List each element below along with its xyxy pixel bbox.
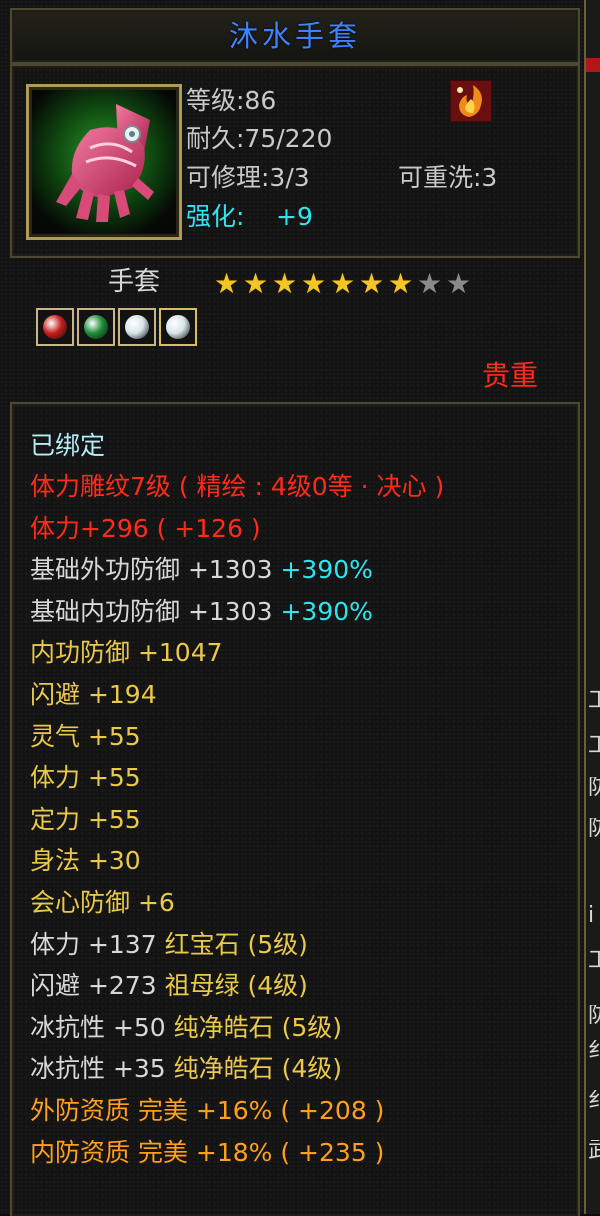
side-text-fragment: 工 xyxy=(588,735,600,757)
gem-icon xyxy=(84,315,108,339)
attribute-row: 基础外功防御 +1303 +390% xyxy=(30,552,373,588)
attribute-row: 体力 +55 xyxy=(30,760,141,796)
attribute-text: 体力 +137 xyxy=(30,929,165,959)
attribute-row: 闪避 +273 祖母绿 (4级) xyxy=(30,968,308,1004)
attribute-row: 体力+296 ( +126 ) xyxy=(30,511,261,547)
attribute-text: 冰抗性 +35 xyxy=(30,1054,174,1084)
repair-text: 可修理:3/3 xyxy=(186,163,310,192)
white-gem-slot-2[interactable] xyxy=(159,308,197,346)
star-filled-icon: ★ xyxy=(358,267,385,300)
attribute-row: 身法 +30 xyxy=(30,843,141,879)
star-filled-icon: ★ xyxy=(242,267,269,300)
bound-status: 已绑定 xyxy=(30,431,106,460)
attribute-row: 冰抗性 +35 纯净皓石 (4级) xyxy=(30,1051,342,1087)
side-text-fragment: 防 xyxy=(588,777,600,799)
durability-text: 耐久:75/220 xyxy=(186,124,333,153)
gem-icon xyxy=(125,315,149,339)
side-red-bar xyxy=(586,58,600,72)
attribute-text: 纯净皓石 (5级) xyxy=(173,1012,343,1042)
star-empty-icon: ★ xyxy=(445,267,472,300)
attribute-text: 体力+296 ( +126 ) xyxy=(30,513,261,543)
star-rating: ★ ★ ★ ★ ★ ★ ★ ★ ★ xyxy=(212,270,473,298)
attribute-row: 基础内功防御 +1303 +390% xyxy=(30,594,373,630)
attribute-text: 闪避 +194 xyxy=(30,680,157,709)
item-type: 手套 xyxy=(108,267,161,297)
attribute-row: 内防资质 完美 +18% ( +235 ) xyxy=(30,1135,384,1171)
white-gem-slot-1[interactable] xyxy=(118,308,156,346)
side-text-fragment: 武 xyxy=(588,1140,600,1162)
side-text-fragment: i xyxy=(588,905,595,927)
side-text-fragment: 防 xyxy=(588,1005,600,1027)
attribute-text: 基础外功防御 +1303 xyxy=(30,555,281,585)
side-text-fragment: 工 xyxy=(588,690,600,712)
gem-icon xyxy=(43,315,67,339)
star-filled-icon: ★ xyxy=(300,267,327,300)
side-text-fragment: 纟 xyxy=(588,1090,600,1112)
attribute-text: 红宝石 (5级) xyxy=(164,929,308,959)
adjacent-window-edge: 工工防防i工防纟纟武 xyxy=(584,0,600,1214)
item-info-box: 等级:86 耐久:75/220 可修理:3/3 可重洗:3 强化: +9 xyxy=(10,64,580,258)
title-bar: 沐水手套 xyxy=(10,8,580,64)
attribute-text: 体力 +55 xyxy=(30,763,141,793)
attribute-text: 闪避 +273 xyxy=(30,971,165,1001)
star-filled-icon: ★ xyxy=(213,267,240,300)
attribute-text: 体力雕纹7级 ( 精绘 : 4级0等 · 决心 ) xyxy=(30,472,445,501)
glove-icon xyxy=(32,90,176,234)
attribute-text: 冰抗性 +50 xyxy=(30,1012,174,1042)
level-text: 等级:86 xyxy=(186,86,277,115)
star-filled-icon: ★ xyxy=(329,267,356,300)
attribute-row: 体力雕纹7级 ( 精绘 : 4级0等 · 决心 ) xyxy=(30,469,444,505)
side-text-fragment: 纟 xyxy=(588,1040,600,1062)
attribute-row: 灵气 +55 xyxy=(30,719,141,755)
star-filled-icon: ★ xyxy=(387,267,414,300)
attribute-text: +390% xyxy=(280,555,373,585)
attribute-row: 外防资质 完美 +16% ( +208 ) xyxy=(30,1093,384,1129)
attribute-text: 定力 +55 xyxy=(30,804,141,834)
attribute-text: 纯净皓石 (4级) xyxy=(173,1054,343,1084)
ruby-gem-slot[interactable] xyxy=(36,308,74,346)
gem-icon xyxy=(166,315,190,339)
attribute-text: 内防资质 完美 +18% ( +235 ) xyxy=(30,1137,385,1167)
rewash-text: 可重洗:3 xyxy=(398,163,498,192)
side-text-fragment: 工 xyxy=(588,950,600,972)
attributes-box: 已绑定 体力雕纹7级 ( 精绘 : 4级0等 · 决心 ) 体力+296 ( +1… xyxy=(10,402,580,1216)
gem-sockets xyxy=(36,308,200,346)
flame-emblem-icon xyxy=(450,80,492,122)
rarity-label: 贵重 xyxy=(482,359,539,392)
attribute-text: 会心防御 +6 xyxy=(30,888,175,917)
side-text-fragment: 防 xyxy=(588,818,600,840)
attribute-row: 内功防御 +1047 xyxy=(30,635,223,671)
attribute-text: +390% xyxy=(280,596,373,626)
star-filled-icon: ★ xyxy=(271,267,298,300)
attribute-text: 灵气 +55 xyxy=(30,721,141,751)
attribute-row: 闪避 +194 xyxy=(30,677,157,713)
item-name: 沐水手套 xyxy=(228,19,361,53)
item-tooltip: 沐水手套 等级:86 耐久:75/220 可修理:3/3 可重洗:3 强化: +… xyxy=(0,0,584,1216)
attribute-text: 内功防御 +1047 xyxy=(30,638,223,668)
attribute-text: 外防资质 完美 +16% ( +208 ) xyxy=(30,1096,385,1125)
attribute-text: 身法 +30 xyxy=(30,846,141,876)
attribute-text: 祖母绿 (4级) xyxy=(164,971,308,1001)
item-icon-frame xyxy=(26,84,182,240)
attribute-row: 体力 +137 红宝石 (5级) xyxy=(30,927,308,963)
attribute-row: 冰抗性 +50 纯净皓石 (5级) xyxy=(30,1010,342,1046)
enhance-label: 强化: xyxy=(186,202,245,231)
attribute-row: 会心防御 +6 xyxy=(30,885,175,921)
star-empty-icon: ★ xyxy=(416,267,443,300)
emerald-gem-slot[interactable] xyxy=(77,308,115,346)
attribute-text: 基础内功防御 +1303 xyxy=(30,596,281,626)
enhance-value: +9 xyxy=(276,202,313,231)
attribute-row: 定力 +55 xyxy=(30,802,141,838)
